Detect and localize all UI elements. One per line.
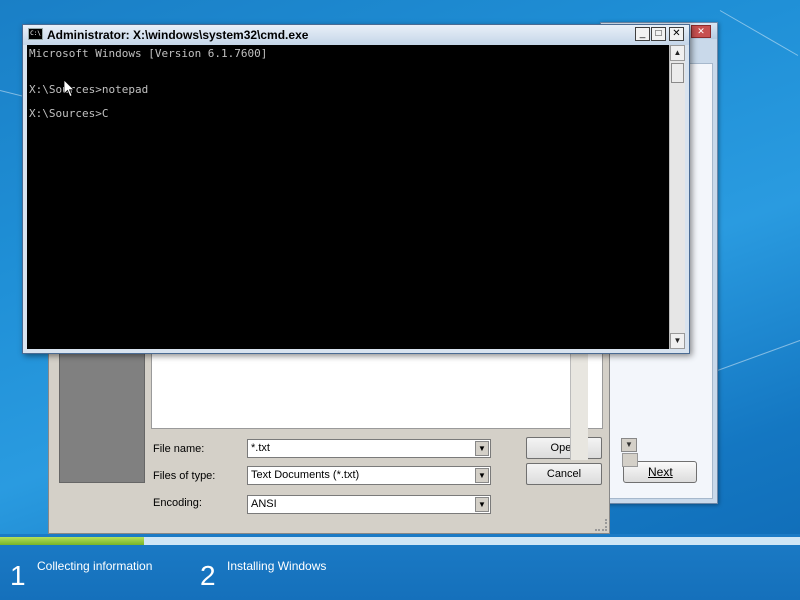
scroll-up-icon[interactable]: ▲	[670, 45, 685, 61]
scroll-thumb[interactable]	[671, 63, 684, 83]
files-of-type-value: Text Documents (*.txt)	[251, 469, 360, 481]
places-bar[interactable]	[59, 347, 145, 483]
progress-fill	[0, 537, 144, 545]
progress-track	[0, 537, 800, 545]
console-output[interactable]: Microsoft Windows [Version 6.1.7600] X:\…	[27, 45, 669, 349]
minimize-icon[interactable]: _	[635, 27, 650, 41]
resize-grip-icon[interactable]	[595, 519, 607, 531]
file-name-label: File name:	[153, 443, 205, 455]
maximize-icon[interactable]: □	[651, 27, 666, 41]
chevron-down-icon[interactable]: ▼	[475, 441, 489, 456]
file-name-input[interactable]: *.txt ▼	[247, 439, 491, 458]
encoding-label: Encoding:	[153, 497, 202, 509]
next-button-label: Next	[648, 465, 673, 479]
background-streak	[719, 10, 799, 56]
encoding-select[interactable]: ANSI ▼	[247, 495, 491, 514]
cancel-button[interactable]: Cancel	[526, 463, 602, 485]
encoding-value: ANSI	[251, 498, 277, 510]
console-icon[interactable]: C:\	[28, 28, 43, 40]
file-list-scrollbar[interactable]	[570, 340, 588, 460]
chevron-down-icon[interactable]: ▼	[475, 468, 489, 483]
step-number: 2	[200, 560, 216, 591]
cmd-scrollbar[interactable]: ▲ ▼	[669, 45, 685, 349]
open-file-dialog: File name: *.txt ▼ Files of type: Text D…	[48, 340, 610, 534]
cmd-titlebar[interactable]: C:\ Administrator: X:\windows\system32\c…	[23, 25, 689, 45]
mouse-cursor-icon	[64, 80, 75, 98]
console-line: X:\Sources>C	[29, 107, 109, 120]
console-line: X:\Sources>notepad	[29, 83, 149, 96]
scroll-down-icon[interactable]: ▼	[621, 438, 637, 452]
setup-progress-area: 1 Collecting information 2 Installing Wi…	[0, 534, 800, 600]
cmd-title: Administrator: X:\windows\system32\cmd.e…	[47, 28, 309, 42]
scroll-down-icon[interactable]: ▼	[670, 333, 685, 349]
open-button[interactable]: Open	[526, 437, 602, 459]
step-label: Installing Windows	[227, 559, 327, 573]
chevron-down-icon[interactable]: ▼	[475, 497, 489, 512]
file-list[interactable]	[151, 347, 603, 429]
cmd-window: C:\ Administrator: X:\windows\system32\c…	[22, 24, 690, 354]
list-corner-grip	[622, 453, 638, 467]
files-of-type-label: Files of type:	[153, 470, 216, 482]
close-icon[interactable]: ✕	[669, 27, 684, 41]
step-number: 1	[10, 560, 26, 591]
console-line: Microsoft Windows [Version 6.1.7600]	[29, 47, 268, 60]
files-of-type-select[interactable]: Text Documents (*.txt) ▼	[247, 466, 491, 485]
file-name-value: *.txt	[251, 442, 270, 454]
setup-close-button[interactable]: ✕	[691, 25, 711, 38]
step-label: Collecting information	[37, 559, 153, 573]
